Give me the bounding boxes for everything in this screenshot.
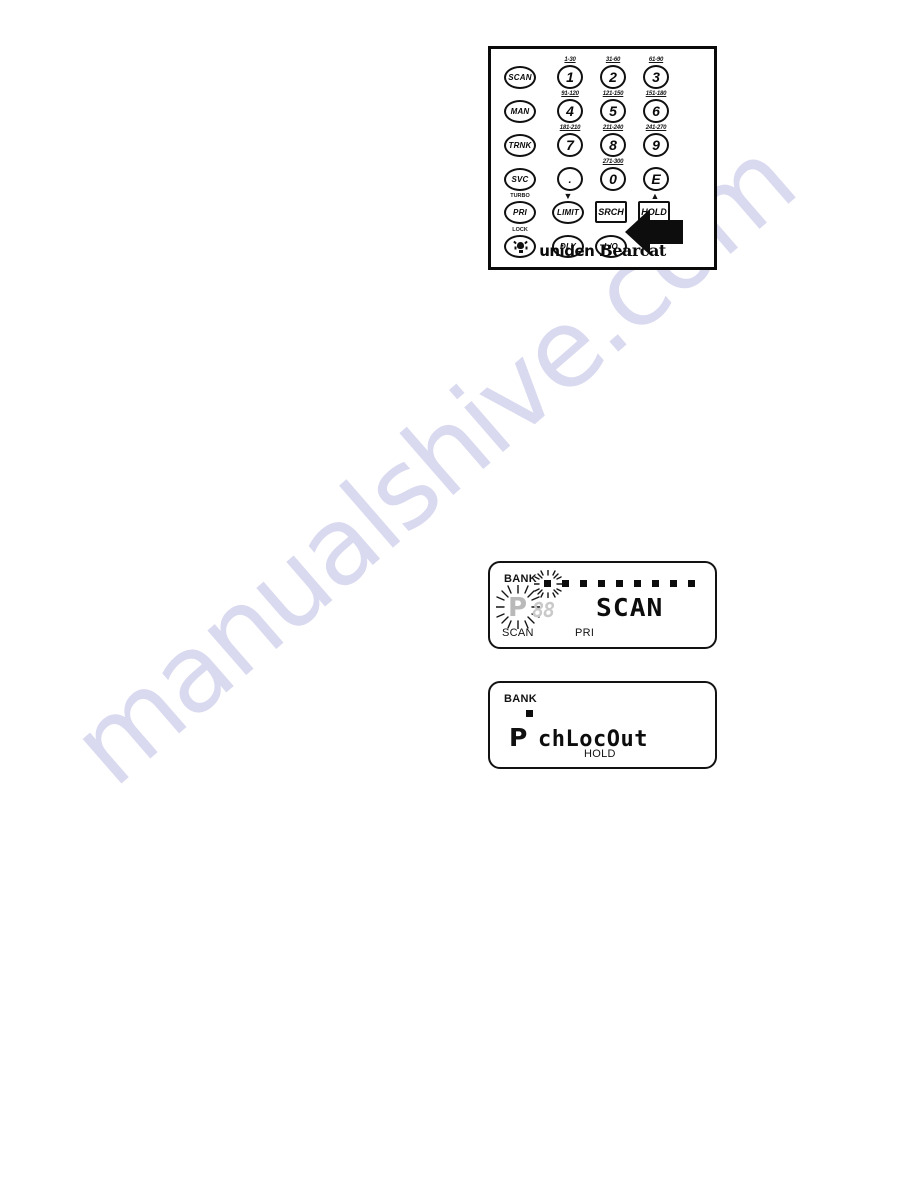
range-label-61-90: 61-90	[648, 57, 664, 63]
key-4[interactable]: 4	[557, 99, 583, 123]
key-2[interactable]: 2	[600, 65, 626, 89]
range-label-151-180: 151-180	[645, 91, 667, 97]
key-light-top-label: LOCK	[512, 227, 528, 233]
bank-square	[670, 580, 677, 587]
key-1[interactable]: 1	[557, 65, 583, 89]
key-svc[interactable]: SVC	[504, 168, 536, 191]
key-8[interactable]: 8	[600, 133, 626, 157]
bank-square	[526, 710, 533, 717]
bank-square	[562, 580, 569, 587]
key-3[interactable]: 3	[643, 65, 669, 89]
lcd-lockout-status-hold: HOLD	[584, 748, 616, 760]
lcd-scan-status-pri: PRI	[575, 627, 595, 639]
bank-square	[652, 580, 659, 587]
range-label-91-120: 91-120	[561, 91, 579, 97]
bank-square	[580, 580, 587, 587]
range-label-1-30: 1-30	[564, 57, 576, 63]
lcd-display-lockout: BANK P chLocOut HOLD	[488, 681, 717, 769]
down-arrow-icon: ▼	[563, 191, 573, 201]
key-limit[interactable]: LIMIT	[552, 201, 584, 224]
page-watermark: manualshive.com	[0, 0, 918, 1188]
brand-uniden: uniden	[539, 242, 595, 260]
bank-square	[688, 580, 695, 587]
key-5[interactable]: 5	[600, 99, 626, 123]
bank-square	[544, 580, 551, 587]
up-arrow-icon: ▲	[650, 191, 660, 201]
channel-number: 88	[532, 598, 555, 622]
pointer-arrow-icon	[625, 209, 683, 255]
range-label-271-300: 271-300	[602, 159, 624, 165]
key-srch[interactable]: SRCH	[595, 201, 627, 223]
priority-indicator: P	[508, 593, 528, 623]
key-9[interactable]: 9	[643, 133, 669, 157]
range-label-211-240: 211-240	[602, 125, 624, 131]
range-label-241-270: 241-270	[645, 125, 667, 131]
range-label-181-210: 181-210	[559, 125, 581, 131]
lcd-lockout-bank-label: BANK	[504, 693, 537, 705]
priority-indicator: P	[509, 723, 528, 752]
key-trnk[interactable]: TRNK	[504, 134, 536, 157]
key-decimal[interactable]: .	[557, 167, 583, 191]
key-e[interactable]: E	[643, 167, 669, 191]
lcd-scan-bank-label: BANK	[504, 573, 537, 585]
key-pri[interactable]: PRI	[504, 201, 536, 224]
range-label-31-60: 31-60	[605, 57, 621, 63]
range-label-121-150: 121-150	[602, 91, 624, 97]
key-pri-top-label: TURBO	[510, 193, 530, 199]
lcd-scan-main-text: SCAN	[596, 593, 664, 622]
key-man[interactable]: MAN	[504, 100, 536, 123]
lcd-scan-status-scan: SCAN	[502, 627, 534, 639]
bank-square	[598, 580, 605, 587]
key-0[interactable]: 0	[600, 167, 626, 191]
lcd-display-scan: BANK P 88 SCAN SCAN PRI	[488, 561, 717, 649]
key-7[interactable]: 7	[557, 133, 583, 157]
bank-square	[616, 580, 623, 587]
bank-square	[634, 580, 641, 587]
key-scan[interactable]: SCAN	[504, 66, 536, 89]
key-6[interactable]: 6	[643, 99, 669, 123]
